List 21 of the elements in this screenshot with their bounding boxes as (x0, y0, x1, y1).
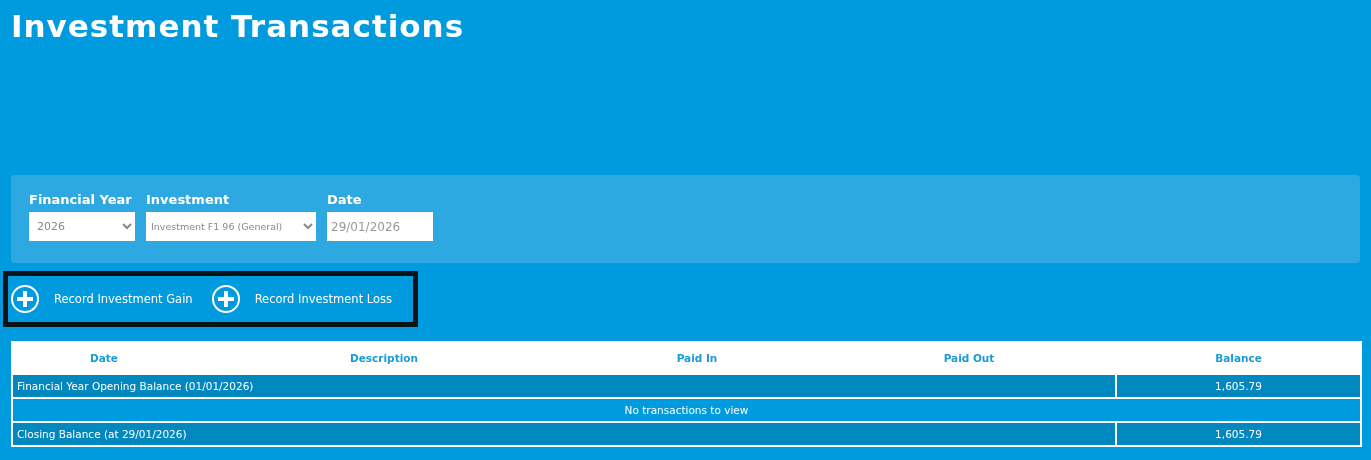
column-header: Paid Out (822, 342, 1116, 374)
dropdown[interactable]: Investment F1 96 (General) (146, 212, 316, 241)
field-label: Financial Year (29, 191, 133, 209)
column-header: Paid In (572, 342, 822, 374)
column-header: Balance (1116, 342, 1361, 374)
plus-circle-icon (10, 284, 40, 314)
dropdown[interactable]: 2026 (29, 212, 135, 241)
field-label: Investment (146, 191, 231, 209)
record-button[interactable]: Record Investment Gain (8, 284, 195, 314)
table-cell: Closing Balance (at 29/01/2026) (12, 422, 1116, 446)
table-cell: No transactions to view (12, 398, 1361, 422)
table-cell: 1,605.79 (1116, 374, 1361, 398)
plus-circle-icon (210, 284, 241, 314)
record-button[interactable]: Record Investment Loss (208, 284, 395, 314)
field-label: Date (327, 191, 363, 209)
column-header: Description (196, 342, 572, 374)
table-cell: 1,605.79 (1116, 422, 1361, 446)
table-cell: Financial Year Opening Balance (01/01/2026) (12, 374, 1116, 398)
date-field[interactable]: 29/01/2026 (327, 212, 433, 241)
column-header: Date (12, 342, 196, 374)
page-title: Investment Transactions (11, 7, 466, 46)
